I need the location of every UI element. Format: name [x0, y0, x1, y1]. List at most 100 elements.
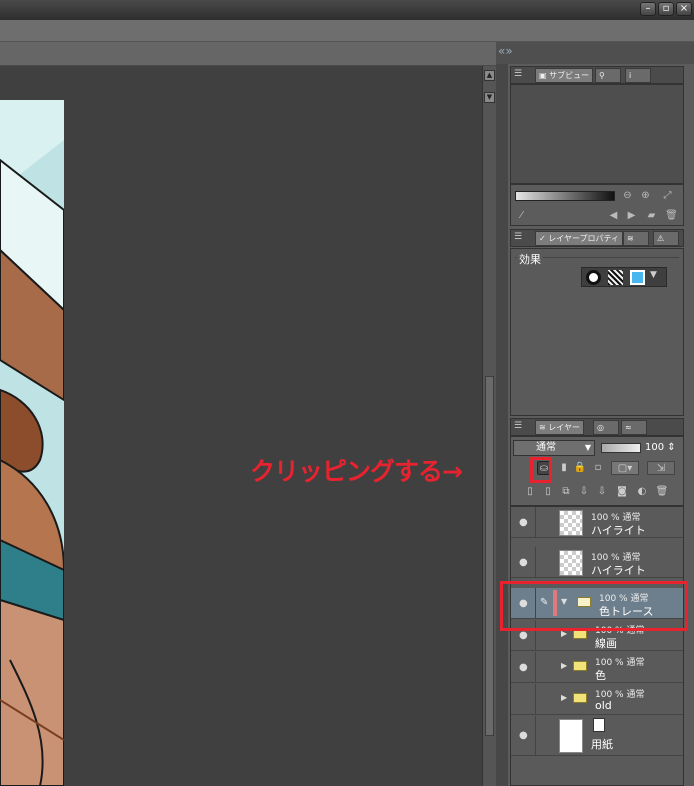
scroll-down-arrow-icon[interactable]: ▼ — [484, 92, 495, 103]
lock-transparency-icon[interactable]: ▫ — [591, 461, 605, 475]
zoom-slider[interactable] — [515, 191, 615, 201]
panel-menu-icon[interactable]: ☰ — [514, 421, 522, 431]
layer-name: 色 — [595, 669, 606, 682]
canvas-tab-strip — [0, 42, 496, 66]
layer-row[interactable]: ● 100 % 通常 ハイライト — [511, 547, 683, 578]
layer-thumbnail — [559, 719, 583, 753]
layer-name: 線画 — [595, 637, 617, 650]
layer-thumbnail — [559, 510, 583, 536]
scroll-up-arrow-icon[interactable]: ▲ — [484, 70, 495, 81]
canvas-area[interactable] — [0, 66, 482, 786]
layer-panel-header: ☰ ≋ レイヤー ◎ ≈ — [510, 418, 684, 436]
minimize-button[interactable]: – — [640, 2, 656, 16]
lock-icon[interactable]: 🔒 — [573, 461, 587, 475]
title-bar: – ▫ × — [0, 0, 694, 20]
layer-property-body: 効果 ▼ — [510, 248, 684, 416]
layer-row[interactable]: ● 100 % 通常 ハイライト — [511, 507, 683, 538]
close-button[interactable]: × — [676, 2, 692, 16]
tab-tone[interactable]: ◎ — [593, 420, 619, 435]
layer-list: ● 100 % 通常 ハイライト ● 100 % 通常 ハイライト ● ✎ ▼ … — [510, 506, 684, 786]
layer-thumbnail — [559, 550, 583, 576]
clipping-button-highlight — [530, 457, 552, 483]
zoom-in-icon[interactable]: ⊕ — [639, 189, 652, 202]
tab-tool[interactable]: ⚠ — [653, 231, 679, 246]
mask-button[interactable]: ⇲ — [647, 461, 675, 475]
chevron-right-icon[interactable]: ▶ — [561, 661, 567, 670]
layer-name: ハイライト — [591, 564, 646, 577]
layer-row[interactable]: ● ▶ 100 % 通常 old — [511, 684, 683, 715]
eye-hidden-icon[interactable]: ● — [519, 694, 528, 705]
panel-menu-icon[interactable]: ☰ — [514, 232, 522, 242]
selected-layer-highlight — [500, 581, 688, 631]
tab-navigator[interactable]: ⚲ — [595, 68, 621, 83]
panel-menu-icon[interactable]: ☰ — [514, 69, 522, 79]
tab-layer[interactable]: ≋ レイヤー — [535, 420, 585, 435]
tab-layer-label: レイヤー — [548, 423, 581, 432]
tab-layer-property[interactable]: ✓ レイヤープロパティ — [535, 231, 624, 246]
layer-color-button[interactable]: ▢▾ — [611, 461, 639, 475]
paper-icon — [593, 718, 605, 732]
eye-icon[interactable]: ● — [519, 630, 528, 641]
blend-mode-value: 通常 — [536, 442, 556, 453]
dock-side-strip — [496, 64, 508, 786]
delete-icon[interactable]: 🗑 — [665, 209, 678, 222]
chevron-down-icon: ▼ — [584, 443, 591, 452]
tab-history[interactable]: ≈ — [621, 420, 647, 435]
tab-info[interactable]: ⅰ — [625, 68, 651, 83]
folder-icon — [573, 661, 587, 671]
subview-display — [510, 84, 684, 184]
new-vector-layer-icon[interactable]: ▯ — [541, 485, 555, 499]
eye-icon[interactable]: ● — [519, 557, 528, 568]
apply-mask-icon[interactable]: ◐ — [635, 485, 649, 499]
opacity-slider[interactable] — [601, 443, 641, 453]
tab-search[interactable]: ≋ — [623, 231, 649, 246]
layer-row[interactable]: ● ▶ 100 % 通常 色 — [511, 652, 683, 683]
open-folder-icon[interactable]: ▰ — [645, 209, 658, 222]
layer-name: 用紙 — [591, 738, 613, 751]
subview-toolbar: ⊖ ⊕ ⤢ ⁄ ◀ ▶ ▰ 🗑 — [510, 184, 684, 226]
layer-row[interactable]: ● 用紙 — [511, 716, 683, 756]
delete-layer-icon[interactable]: 🗑 — [655, 485, 669, 499]
divider — [535, 716, 536, 755]
dock-header: «» — [496, 42, 694, 64]
merge-visible-icon[interactable]: ⇩ — [595, 485, 609, 499]
window-controls: – ▫ × — [640, 2, 692, 16]
chevron-right-icon[interactable]: ▶ — [561, 693, 567, 702]
layer-property-header: ☰ ✓ レイヤープロパティ ≋ ⚠ — [510, 229, 684, 247]
vertical-scrollbar[interactable]: ▲ ▼ — [482, 66, 496, 786]
eyedropper-icon[interactable]: ⁄ — [515, 209, 528, 222]
divider — [535, 507, 536, 537]
layer-color-icon[interactable] — [630, 270, 645, 285]
tone-effect-icon[interactable] — [608, 270, 623, 285]
collapse-panels-icon[interactable]: «» — [498, 44, 513, 58]
merge-down-icon[interactable]: ⇩ — [577, 485, 591, 499]
opacity-value[interactable]: 100 ⇕ — [645, 440, 683, 456]
effects-dropdown-icon[interactable]: ▼ — [650, 270, 660, 285]
artwork — [0, 100, 64, 786]
folder-icon — [573, 693, 587, 703]
border-effect-icon[interactable] — [586, 270, 601, 285]
tab-subview[interactable]: ▣ サブビュー — [535, 68, 594, 83]
effects-buttons: ▼ — [581, 267, 667, 287]
eye-icon[interactable]: ● — [519, 730, 528, 741]
divider — [535, 547, 536, 577]
zoom-out-icon[interactable]: ⊖ — [621, 189, 634, 202]
tab-subview-label: サブビュー — [549, 71, 590, 80]
restore-button[interactable]: ▫ — [658, 2, 674, 16]
prev-icon[interactable]: ◀ — [607, 209, 620, 222]
divider — [535, 684, 536, 714]
eye-icon[interactable]: ● — [519, 662, 528, 673]
divider — [535, 652, 536, 682]
tab-layer-property-label: レイヤープロパティ — [548, 234, 620, 243]
next-icon[interactable]: ▶ — [625, 209, 638, 222]
create-mask-icon[interactable]: ◙ — [615, 485, 629, 499]
reference-layer-icon[interactable]: ▮ — [557, 461, 571, 475]
eye-icon[interactable]: ● — [519, 517, 528, 528]
fit-icon[interactable]: ⤢ — [661, 189, 674, 202]
scrollbar-thumb[interactable] — [485, 376, 494, 736]
new-folder-icon[interactable]: ⧉ — [559, 485, 573, 499]
subview-panel-header: ☰ ▣ サブビュー ⚲ ⅰ — [510, 66, 684, 84]
new-raster-layer-icon[interactable]: ▯ — [523, 485, 537, 499]
blend-mode-select[interactable]: 通常 ▼ — [513, 440, 595, 456]
layer-name: old — [595, 699, 612, 712]
